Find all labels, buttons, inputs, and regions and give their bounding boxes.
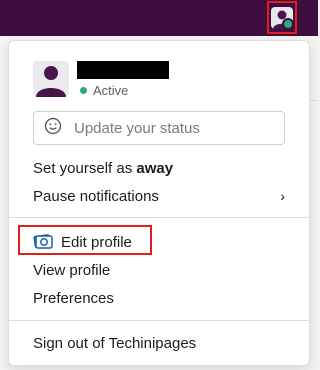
redacted-username bbox=[77, 61, 169, 79]
pause-notifications-item[interactable]: Pause notifications bbox=[33, 188, 159, 205]
workspace-topbar bbox=[0, 0, 318, 36]
update-status-input[interactable]: Update your status bbox=[33, 111, 285, 145]
presence-status: Active bbox=[80, 83, 128, 98]
presence-active-icon bbox=[282, 18, 294, 30]
profile-avatar bbox=[33, 61, 69, 97]
menu-divider bbox=[9, 320, 309, 321]
status-placeholder: Update your status bbox=[74, 119, 200, 137]
active-dot-icon bbox=[80, 87, 87, 94]
camera-icon bbox=[33, 231, 53, 253]
view-profile-item[interactable]: View profile bbox=[33, 262, 110, 279]
preferences-label: Preferences bbox=[33, 290, 114, 307]
user-profile-menu: Active Update your status Set yourself a… bbox=[8, 40, 310, 366]
smiley-icon bbox=[44, 117, 62, 139]
set-away-bold: away bbox=[136, 160, 174, 177]
sign-out-label: Sign out of Techinipages bbox=[33, 335, 197, 352]
set-away-item[interactable]: Set yourself as away bbox=[33, 160, 173, 177]
pause-notifications-label: Pause notifications bbox=[33, 188, 159, 205]
set-away-prefix: Set yourself as bbox=[33, 160, 137, 177]
menu-divider bbox=[9, 217, 309, 218]
preferences-item[interactable]: Preferences bbox=[33, 290, 114, 307]
user-avatar-button[interactable] bbox=[267, 1, 297, 34]
presence-label: Active bbox=[93, 83, 129, 98]
edit-profile-label: Edit profile bbox=[61, 233, 132, 251]
view-profile-label: View profile bbox=[33, 262, 111, 279]
edit-profile-item[interactable]: Edit profile bbox=[33, 231, 132, 253]
sign-out-item[interactable]: Sign out of Techinipages bbox=[33, 335, 196, 352]
chevron-right-icon: › bbox=[280, 188, 285, 204]
